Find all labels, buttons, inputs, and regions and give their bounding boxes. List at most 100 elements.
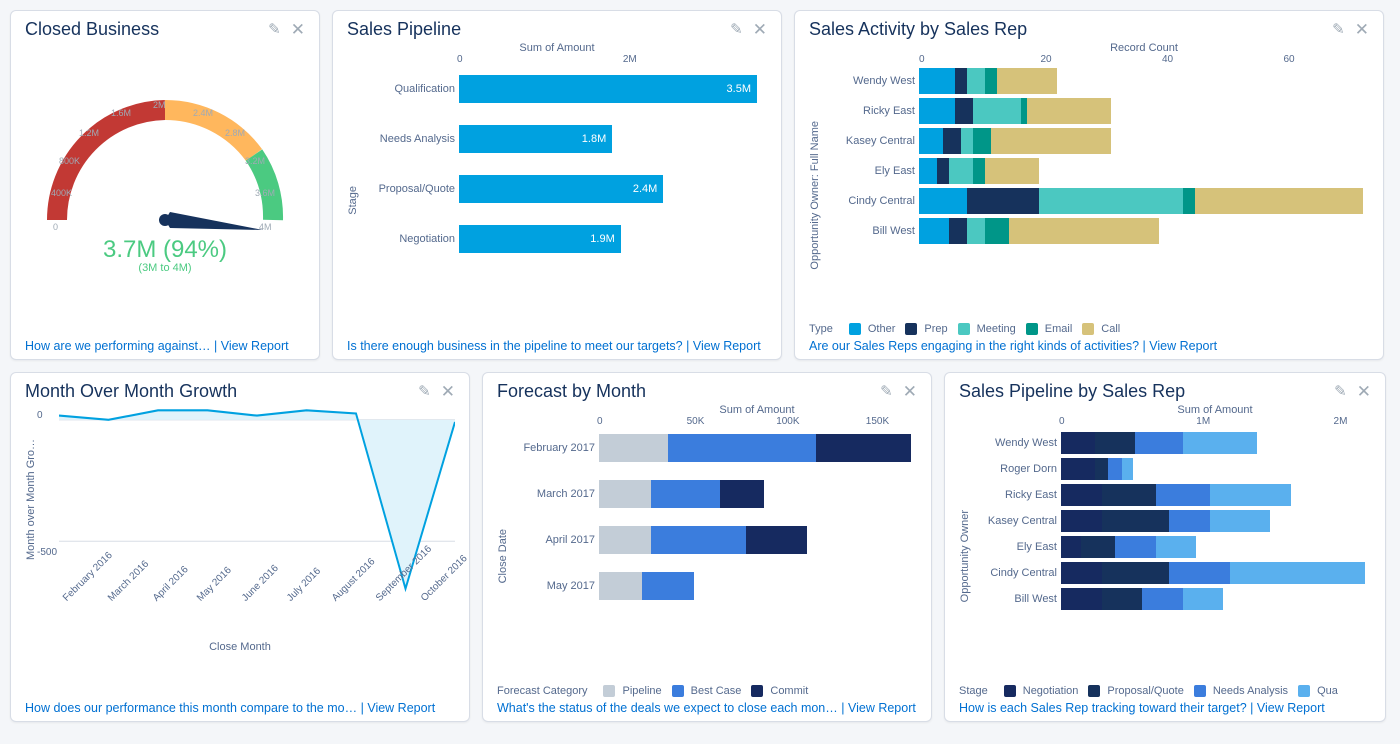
bar-segment	[1102, 588, 1143, 610]
edit-icon[interactable]: ✎	[880, 384, 893, 399]
x-axis-title: Sum of Amount	[1059, 404, 1371, 416]
y-axis-title: Opportunity Owner	[959, 510, 971, 602]
category-label: Bill West	[821, 225, 919, 237]
category-label: Kasey Central	[821, 135, 919, 147]
category-label: Ely East	[821, 165, 919, 177]
bar-segment	[967, 68, 985, 94]
bar-segment	[1142, 588, 1183, 610]
bar-value-label: 1.8M	[582, 133, 606, 145]
bar-row: Kasey Central	[821, 128, 1363, 154]
card-question-link[interactable]: How is each Sales Rep tracking toward th…	[959, 701, 1247, 715]
bar-segment	[816, 434, 911, 462]
category-label: Cindy Central	[971, 567, 1061, 579]
card-title: Closed Business	[25, 19, 258, 40]
bar-value-label: 1.9M	[590, 233, 614, 245]
bar-row: Bill West	[821, 218, 1363, 244]
close-icon[interactable]: ✕	[291, 21, 305, 38]
close-icon[interactable]: ✕	[753, 21, 767, 38]
bar-row: Ricky East	[971, 484, 1365, 506]
close-icon[interactable]: ✕	[903, 383, 917, 400]
close-icon[interactable]: ✕	[441, 383, 455, 400]
card-question-link[interactable]: Is there enough business in the pipeline…	[347, 339, 683, 353]
bar-segment	[985, 218, 1009, 244]
bar-segment	[949, 218, 967, 244]
view-report-link[interactable]: View Report	[221, 339, 289, 353]
category-label: Negotiation	[359, 233, 459, 245]
edit-icon[interactable]: ✎	[730, 22, 743, 37]
bar-segment	[997, 68, 1057, 94]
card-pipeline-rep: Sales Pipeline by Sales Rep ✎ ✕ Sum of A…	[944, 372, 1386, 722]
x-axis-title: Sum of Amount	[347, 42, 767, 54]
bar-segment	[651, 526, 746, 554]
card-question-link[interactable]: How does our performance this month comp…	[25, 701, 357, 715]
view-report-link[interactable]: View Report	[693, 339, 761, 353]
close-icon[interactable]: ✕	[1357, 383, 1371, 400]
bar-row: Wendy West	[821, 68, 1363, 94]
edit-icon[interactable]: ✎	[1332, 22, 1345, 37]
category-label: May 2017	[509, 580, 599, 592]
x-axis-title: Sum of Amount	[597, 404, 917, 416]
edit-icon[interactable]: ✎	[418, 384, 431, 399]
view-report-link[interactable]: View Report	[1149, 339, 1217, 353]
y-axis-title: Month over Month Gro…	[25, 414, 37, 584]
bar-segment	[1095, 432, 1136, 454]
bar-segment	[599, 526, 651, 554]
view-report-link[interactable]: View Report	[367, 701, 435, 715]
bar-segment	[1095, 458, 1109, 480]
bar-segment	[919, 188, 967, 214]
card-sales-activity: Sales Activity by Sales Rep ✎ ✕ Record C…	[794, 10, 1384, 360]
close-icon[interactable]: ✕	[1355, 21, 1369, 38]
bar-segment	[961, 128, 973, 154]
y-axis-title: Close Date	[497, 529, 509, 583]
gauge-range: (3M to 4M)	[25, 262, 305, 274]
bar-segment	[642, 572, 694, 600]
legend: Type Other Prep Meeting Email Call	[809, 323, 1369, 335]
bar-segment	[1169, 510, 1210, 532]
bar-segment	[949, 158, 973, 184]
bar-segment	[746, 526, 807, 554]
y-axis-title: Stage	[347, 186, 359, 215]
bar-segment	[668, 434, 815, 462]
bar-segment	[1108, 458, 1122, 480]
bar-segment	[1183, 588, 1224, 610]
bar-segment	[937, 158, 949, 184]
category-label: Roger Dorn	[971, 463, 1061, 475]
bar-row: Kasey Central	[971, 510, 1365, 532]
category-label: Qualification	[359, 83, 459, 95]
card-question-link[interactable]: What's the status of the deals we expect…	[497, 701, 838, 715]
x-axis-title: Record Count	[919, 42, 1369, 54]
bar-segment	[973, 98, 1021, 124]
bar-segment	[1061, 588, 1102, 610]
bar-segment	[1081, 536, 1115, 558]
card-title: Month Over Month Growth	[25, 381, 408, 402]
bar-segment	[599, 572, 642, 600]
bar-segment	[1039, 188, 1183, 214]
bar-segment	[1210, 510, 1271, 532]
bar-row: Negotiation 1.9M	[359, 225, 757, 253]
view-report-link[interactable]: View Report	[848, 701, 916, 715]
category-label: Bill West	[971, 593, 1061, 605]
category-label: February 2017	[509, 442, 599, 454]
bar-row: Cindy Central	[971, 562, 1365, 584]
category-label: Ricky East	[971, 489, 1061, 501]
bar-segment	[973, 128, 991, 154]
card-question-link[interactable]: How are we performing against…	[25, 339, 211, 353]
bar-segment	[651, 480, 720, 508]
view-report-link[interactable]: View Report	[1257, 701, 1325, 715]
bar-segment	[1122, 458, 1133, 480]
bar-segment	[1102, 562, 1170, 584]
bar-segment	[1102, 484, 1156, 506]
edit-icon[interactable]: ✎	[1334, 384, 1347, 399]
card-title: Forecast by Month	[497, 381, 870, 402]
bar-segment	[919, 128, 943, 154]
bar-row: February 2017	[509, 434, 911, 462]
bar-segment	[985, 68, 997, 94]
card-question-link[interactable]: Are our Sales Reps engaging in the right…	[809, 339, 1139, 353]
edit-icon[interactable]: ✎	[268, 22, 281, 37]
category-label: March 2017	[509, 488, 599, 500]
category-label: Cindy Central	[821, 195, 919, 207]
bar-segment	[1061, 510, 1102, 532]
bar-segment	[973, 158, 985, 184]
bar-row: Proposal/Quote2.4M	[359, 175, 757, 203]
bar-row: May 2017	[509, 572, 911, 600]
